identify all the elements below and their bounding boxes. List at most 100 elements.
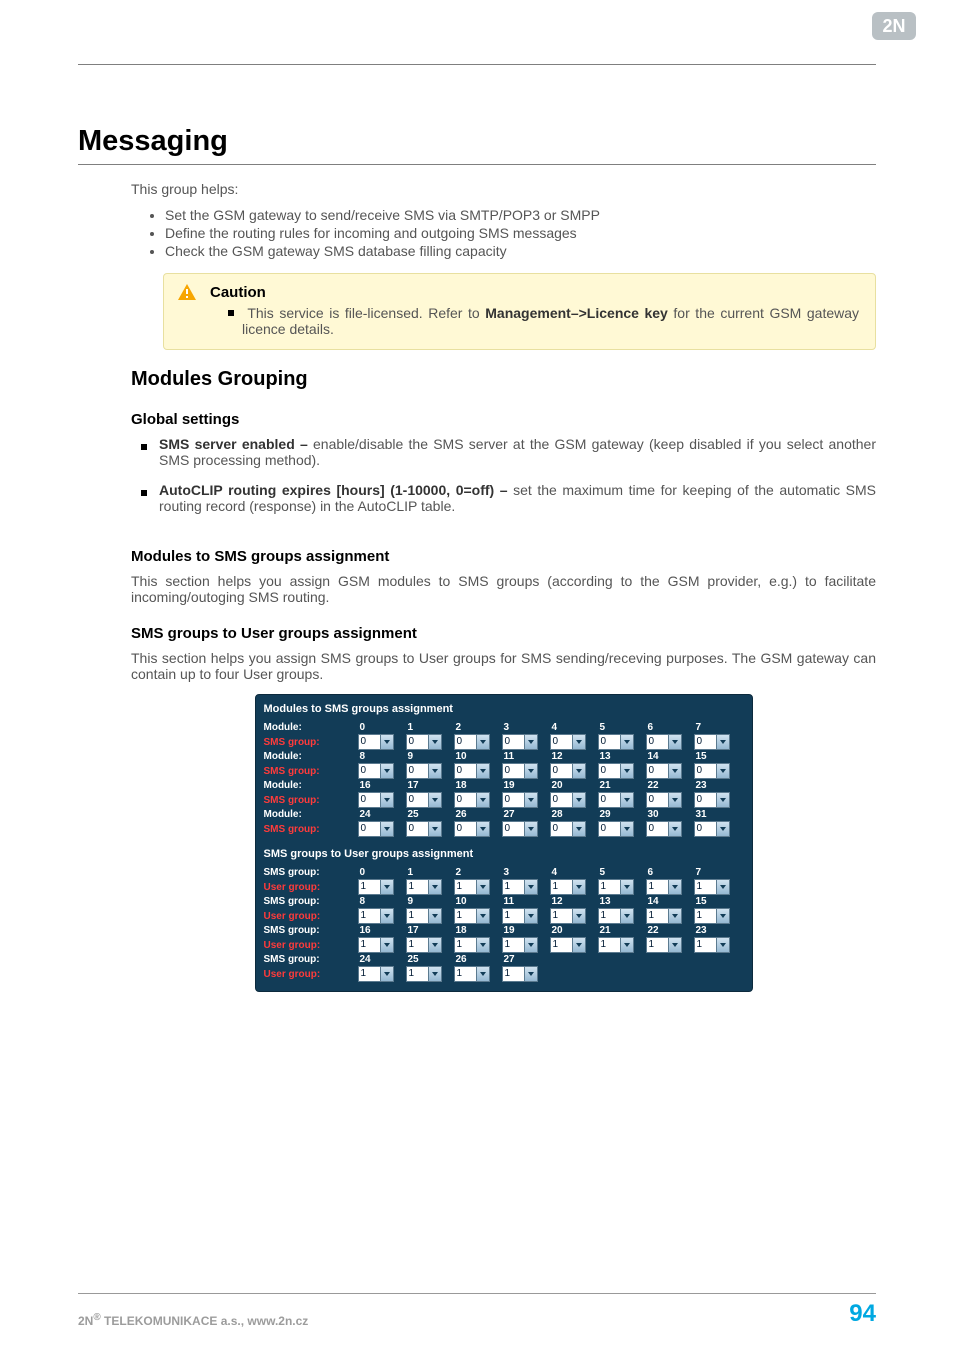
group-select[interactable]: 1 — [598, 937, 634, 953]
group-select[interactable]: 1 — [502, 966, 538, 982]
chevron-down-icon[interactable] — [668, 764, 681, 778]
chevron-down-icon[interactable] — [380, 822, 393, 836]
chevron-down-icon[interactable] — [428, 764, 441, 778]
chevron-down-icon[interactable] — [524, 967, 537, 981]
chevron-down-icon[interactable] — [620, 735, 633, 749]
group-select[interactable]: 0 — [502, 792, 538, 808]
group-select[interactable]: 0 — [454, 763, 490, 779]
chevron-down-icon[interactable] — [380, 938, 393, 952]
group-select[interactable]: 0 — [646, 792, 682, 808]
chevron-down-icon[interactable] — [428, 822, 441, 836]
chevron-down-icon[interactable] — [524, 735, 537, 749]
chevron-down-icon[interactable] — [668, 880, 681, 894]
group-select[interactable]: 0 — [550, 763, 586, 779]
chevron-down-icon[interactable] — [476, 880, 489, 894]
group-select[interactable]: 1 — [358, 937, 394, 953]
group-select[interactable]: 1 — [406, 879, 442, 895]
group-select[interactable]: 1 — [598, 879, 634, 895]
group-select[interactable]: 1 — [454, 879, 490, 895]
group-select[interactable]: 1 — [406, 908, 442, 924]
group-select[interactable]: 1 — [550, 937, 586, 953]
group-select[interactable]: 1 — [550, 908, 586, 924]
chevron-down-icon[interactable] — [380, 735, 393, 749]
chevron-down-icon[interactable] — [380, 967, 393, 981]
chevron-down-icon[interactable] — [716, 735, 729, 749]
group-select[interactable]: 1 — [550, 879, 586, 895]
chevron-down-icon[interactable] — [524, 938, 537, 952]
chevron-down-icon[interactable] — [668, 735, 681, 749]
group-select[interactable]: 0 — [502, 821, 538, 837]
chevron-down-icon[interactable] — [572, 764, 585, 778]
group-select[interactable]: 1 — [406, 937, 442, 953]
chevron-down-icon[interactable] — [572, 822, 585, 836]
group-select[interactable]: 0 — [598, 792, 634, 808]
group-select[interactable]: 1 — [694, 908, 730, 924]
chevron-down-icon[interactable] — [476, 967, 489, 981]
chevron-down-icon[interactable] — [524, 793, 537, 807]
group-select[interactable]: 1 — [358, 908, 394, 924]
group-select[interactable]: 0 — [406, 734, 442, 750]
chevron-down-icon[interactable] — [620, 938, 633, 952]
chevron-down-icon[interactable] — [428, 793, 441, 807]
group-select[interactable]: 0 — [646, 821, 682, 837]
chevron-down-icon[interactable] — [716, 909, 729, 923]
chevron-down-icon[interactable] — [620, 764, 633, 778]
chevron-down-icon[interactable] — [668, 822, 681, 836]
chevron-down-icon[interactable] — [620, 793, 633, 807]
group-select[interactable]: 0 — [358, 734, 394, 750]
group-select[interactable]: 0 — [694, 792, 730, 808]
chevron-down-icon[interactable] — [572, 938, 585, 952]
chevron-down-icon[interactable] — [524, 764, 537, 778]
group-select[interactable]: 1 — [454, 937, 490, 953]
group-select[interactable]: 1 — [502, 879, 538, 895]
group-select[interactable]: 0 — [550, 821, 586, 837]
chevron-down-icon[interactable] — [524, 880, 537, 894]
group-select[interactable]: 0 — [406, 792, 442, 808]
group-select[interactable]: 1 — [454, 966, 490, 982]
chevron-down-icon[interactable] — [668, 909, 681, 923]
group-select[interactable]: 0 — [454, 792, 490, 808]
group-select[interactable]: 1 — [358, 879, 394, 895]
chevron-down-icon[interactable] — [380, 909, 393, 923]
chevron-down-icon[interactable] — [668, 793, 681, 807]
group-select[interactable]: 0 — [694, 734, 730, 750]
chevron-down-icon[interactable] — [476, 938, 489, 952]
group-select[interactable]: 1 — [406, 966, 442, 982]
chevron-down-icon[interactable] — [524, 909, 537, 923]
chevron-down-icon[interactable] — [380, 764, 393, 778]
group-select[interactable]: 1 — [694, 937, 730, 953]
group-select[interactable]: 0 — [550, 734, 586, 750]
chevron-down-icon[interactable] — [572, 909, 585, 923]
chevron-down-icon[interactable] — [716, 793, 729, 807]
chevron-down-icon[interactable] — [476, 822, 489, 836]
group-select[interactable]: 1 — [598, 908, 634, 924]
chevron-down-icon[interactable] — [620, 909, 633, 923]
group-select[interactable]: 0 — [694, 763, 730, 779]
group-select[interactable]: 0 — [406, 763, 442, 779]
group-select[interactable]: 1 — [646, 879, 682, 895]
chevron-down-icon[interactable] — [428, 938, 441, 952]
group-select[interactable]: 1 — [502, 937, 538, 953]
chevron-down-icon[interactable] — [572, 793, 585, 807]
group-select[interactable]: 1 — [646, 937, 682, 953]
group-select[interactable]: 1 — [358, 966, 394, 982]
group-select[interactable]: 1 — [454, 908, 490, 924]
chevron-down-icon[interactable] — [428, 967, 441, 981]
chevron-down-icon[interactable] — [476, 764, 489, 778]
chevron-down-icon[interactable] — [620, 880, 633, 894]
group-select[interactable]: 0 — [598, 821, 634, 837]
chevron-down-icon[interactable] — [524, 822, 537, 836]
group-select[interactable]: 1 — [502, 908, 538, 924]
chevron-down-icon[interactable] — [572, 735, 585, 749]
group-select[interactable]: 0 — [694, 821, 730, 837]
chevron-down-icon[interactable] — [668, 938, 681, 952]
group-select[interactable]: 1 — [694, 879, 730, 895]
chevron-down-icon[interactable] — [620, 822, 633, 836]
group-select[interactable]: 0 — [598, 734, 634, 750]
chevron-down-icon[interactable] — [716, 880, 729, 894]
chevron-down-icon[interactable] — [476, 793, 489, 807]
chevron-down-icon[interactable] — [572, 880, 585, 894]
group-select[interactable]: 0 — [598, 763, 634, 779]
chevron-down-icon[interactable] — [716, 822, 729, 836]
group-select[interactable]: 0 — [502, 763, 538, 779]
